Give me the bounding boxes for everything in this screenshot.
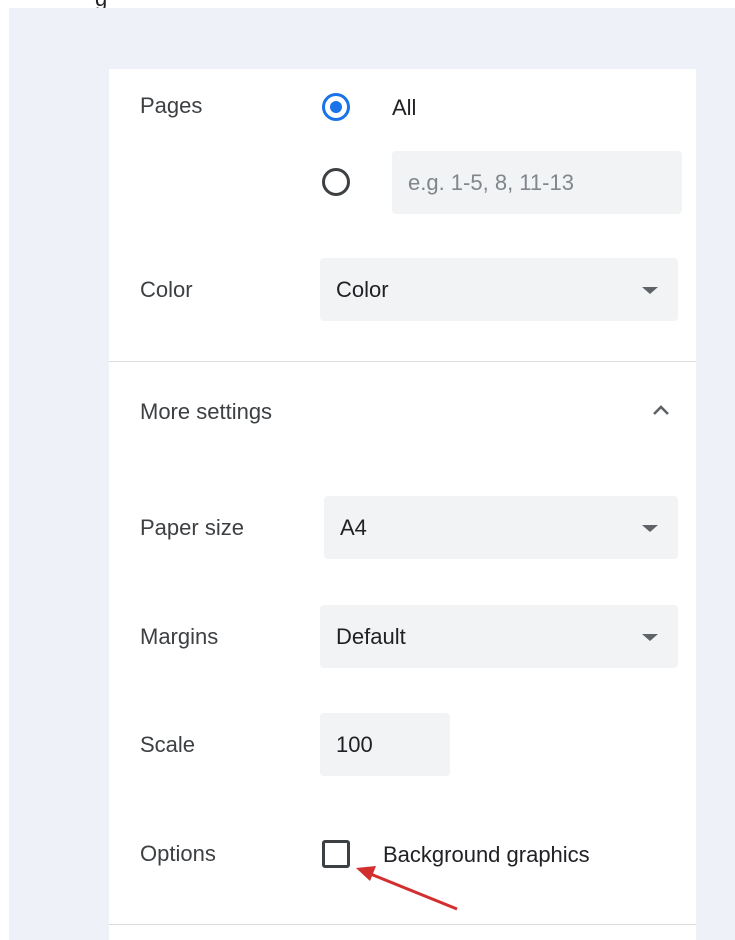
section-divider — [109, 924, 696, 925]
margins-select[interactable]: Default — [320, 605, 678, 668]
pages-custom-radio[interactable] — [322, 168, 350, 196]
pages-all-label[interactable]: All — [392, 95, 416, 121]
color-label: Color — [140, 277, 193, 302]
margins-label: Margins — [140, 624, 219, 649]
color-select-value: Color — [336, 276, 389, 302]
dropdown-caret-icon — [642, 633, 658, 641]
paper-size-select[interactable]: A4 — [324, 496, 678, 559]
pages-all-radio[interactable] — [322, 93, 350, 121]
options-label: Options — [140, 841, 216, 866]
pages-label: Pages — [140, 93, 203, 118]
pages-custom-placeholder: e.g. 1-5, 8, 11-13 — [408, 169, 574, 195]
annotation-arrow-icon — [356, 866, 458, 911]
section-divider — [109, 361, 696, 362]
pages-custom-input[interactable]: e.g. 1-5, 8, 11-13 — [392, 151, 682, 214]
background-graphics-checkbox[interactable] — [322, 840, 350, 868]
paper-size-label: Paper size — [140, 515, 244, 540]
scale-label: Scale — [140, 732, 196, 757]
chevron-up-icon[interactable] — [651, 403, 671, 417]
margins-select-value: Default — [336, 623, 406, 649]
dropdown-caret-icon — [642, 524, 658, 532]
paper-size-select-value: A4 — [340, 514, 367, 540]
scale-input-value: 100 — [336, 731, 373, 757]
color-select[interactable]: Color — [320, 258, 678, 321]
cropped-header: g — [0, 0, 735, 8]
scale-input[interactable]: 100 — [320, 713, 450, 776]
cropped-header-text: g — [95, 0, 107, 8]
dropdown-caret-icon — [642, 286, 658, 294]
more-settings-label[interactable]: More settings — [140, 399, 272, 425]
